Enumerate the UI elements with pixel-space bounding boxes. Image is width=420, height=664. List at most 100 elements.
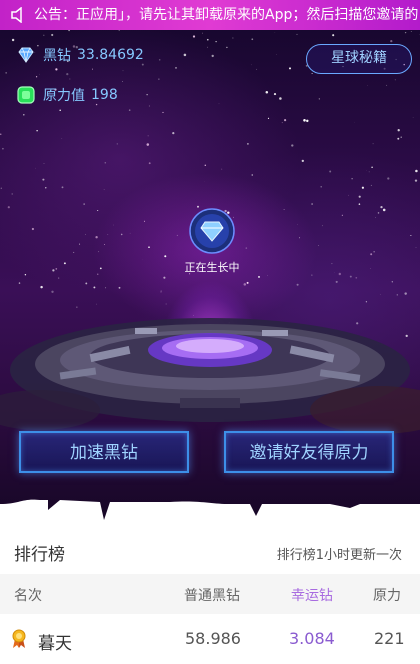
star (283, 208, 285, 210)
star (361, 186, 364, 189)
star (387, 177, 390, 180)
diamond-balance: 黑钻 33.84692 (16, 45, 144, 65)
star (73, 251, 75, 253)
star (51, 33, 54, 37)
normal-diamond-value: 58.986 (185, 629, 241, 648)
star (164, 255, 167, 258)
star (380, 205, 383, 209)
star (55, 68, 58, 71)
star (79, 243, 81, 245)
star (158, 59, 161, 61)
announcement-bar[interactable]: 公告：正应用」，请先让其卸载原来的App；然后扫描您邀请的 (0, 0, 420, 30)
power-label: 原力值 (43, 88, 85, 104)
star (394, 79, 396, 81)
star (415, 169, 418, 173)
star (279, 97, 282, 100)
star (267, 117, 270, 119)
star (358, 203, 361, 205)
star (299, 237, 301, 239)
star (61, 186, 64, 189)
column-rank: 名次 (14, 588, 42, 604)
star (63, 262, 66, 265)
star (358, 195, 361, 198)
star (61, 138, 63, 139)
star (375, 217, 376, 218)
invite-friends-button[interactable]: 邀请好友得原力 (224, 431, 394, 473)
star (52, 269, 55, 272)
star (122, 81, 123, 82)
star (83, 203, 85, 205)
star (31, 227, 35, 231)
star (410, 235, 412, 236)
star (192, 35, 196, 38)
star (321, 225, 323, 227)
star (311, 73, 313, 74)
star (370, 253, 373, 256)
star (11, 38, 15, 42)
column-power: 原力 (373, 588, 401, 604)
space-station-platform (0, 318, 420, 434)
star (95, 236, 98, 239)
star (0, 133, 2, 135)
star (122, 70, 124, 72)
star (204, 164, 207, 167)
star (5, 72, 7, 74)
star (11, 193, 13, 195)
ranking-title: 排行榜 (14, 545, 65, 565)
star (351, 178, 353, 180)
star (226, 46, 228, 49)
star (373, 251, 375, 253)
star (120, 233, 123, 236)
star (348, 194, 350, 196)
power-value: 221 (374, 629, 405, 648)
star (215, 40, 217, 43)
star (265, 90, 269, 94)
star (43, 34, 45, 36)
planet-scene: 黑钻 33.84692 原力值 198 星球秘籍 正在生长中 加速黑钻 邀请好友… (0, 0, 420, 528)
star (148, 162, 151, 165)
star (412, 117, 414, 118)
star (284, 119, 287, 122)
star (202, 32, 203, 34)
star (176, 234, 178, 236)
star (306, 119, 309, 123)
star (349, 275, 352, 278)
diamond-orb-icon[interactable] (189, 208, 235, 254)
star (36, 130, 38, 132)
diamond-icon (18, 47, 34, 63)
star (377, 212, 380, 214)
star (45, 187, 47, 189)
star (146, 94, 148, 96)
star (221, 168, 223, 170)
star (175, 67, 177, 69)
star (247, 143, 249, 145)
power-balance: 原力值 198 (16, 85, 118, 105)
star (318, 245, 320, 246)
speed-up-diamond-button[interactable]: 加速黑钻 (19, 431, 189, 473)
star (92, 68, 93, 70)
star (382, 208, 386, 212)
planet-secrets-button[interactable]: 星球秘籍 (306, 44, 412, 74)
star (281, 122, 283, 124)
star (370, 267, 371, 269)
star (103, 189, 105, 190)
growing-status-label: 正在生长中 (184, 261, 240, 274)
star (147, 135, 149, 137)
star (318, 98, 320, 100)
gold-medal-icon (12, 629, 26, 648)
star (2, 147, 4, 150)
star (55, 268, 58, 270)
star (232, 37, 234, 39)
star (415, 247, 417, 248)
star (291, 144, 294, 147)
star (338, 272, 342, 276)
diamond-label: 黑钻 (43, 48, 71, 64)
speaker-icon (11, 7, 22, 23)
star (99, 267, 102, 270)
star (42, 178, 45, 181)
star (372, 143, 374, 145)
ranking-update-note: 排行榜1小时更新一次 (276, 548, 402, 563)
star (410, 31, 412, 33)
star (172, 132, 175, 135)
star (400, 136, 402, 138)
